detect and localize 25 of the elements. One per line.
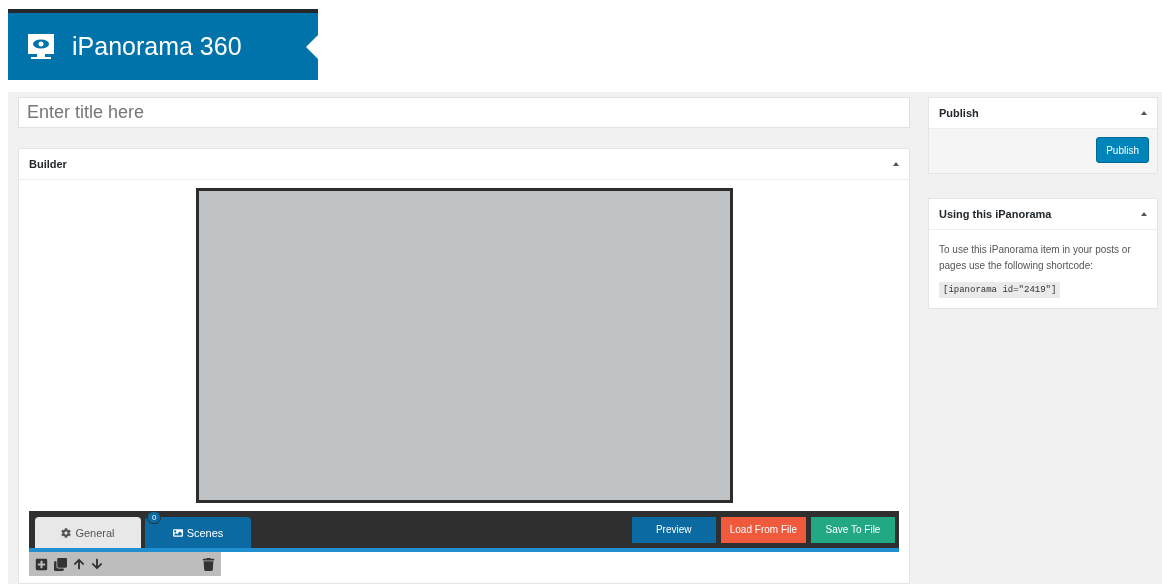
action-button[interactable]: Load From File	[720, 516, 806, 543]
action-button[interactable]: Save To File	[811, 516, 895, 543]
collapse-icon[interactable]	[893, 162, 899, 166]
panel-title: Builder	[29, 158, 67, 170]
panel-title: Publish	[939, 107, 979, 119]
publish-button[interactable]: Publish	[1096, 137, 1149, 163]
arrow-up-icon[interactable]	[73, 558, 85, 570]
usage-text: To use this iPanorama item in your posts or pages use the following shortcode:	[939, 243, 1132, 273]
image-icon	[172, 527, 183, 538]
plugin-title: iPanorama 360	[72, 32, 242, 61]
copy-icon[interactable]	[54, 557, 67, 571]
gear-icon	[61, 527, 72, 538]
collapse-icon[interactable]	[1141, 212, 1147, 216]
add-icon[interactable]	[35, 557, 48, 571]
arrow-down-icon[interactable]	[91, 558, 103, 570]
panel-title: Using this iPanorama	[939, 208, 1052, 220]
collapse-icon[interactable]	[1141, 111, 1147, 115]
menu-pointer	[306, 35, 318, 59]
title-field[interactable]: Enter title here	[18, 97, 910, 128]
action-button[interactable]: Preview	[631, 516, 716, 543]
editor-tab[interactable]: General	[35, 517, 141, 548]
trash-icon[interactable]	[202, 557, 215, 571]
shortcode: [ipanorama id="2419"]	[939, 282, 1061, 298]
count-badge: 0	[147, 511, 162, 524]
monitor-eye-icon	[26, 31, 56, 62]
